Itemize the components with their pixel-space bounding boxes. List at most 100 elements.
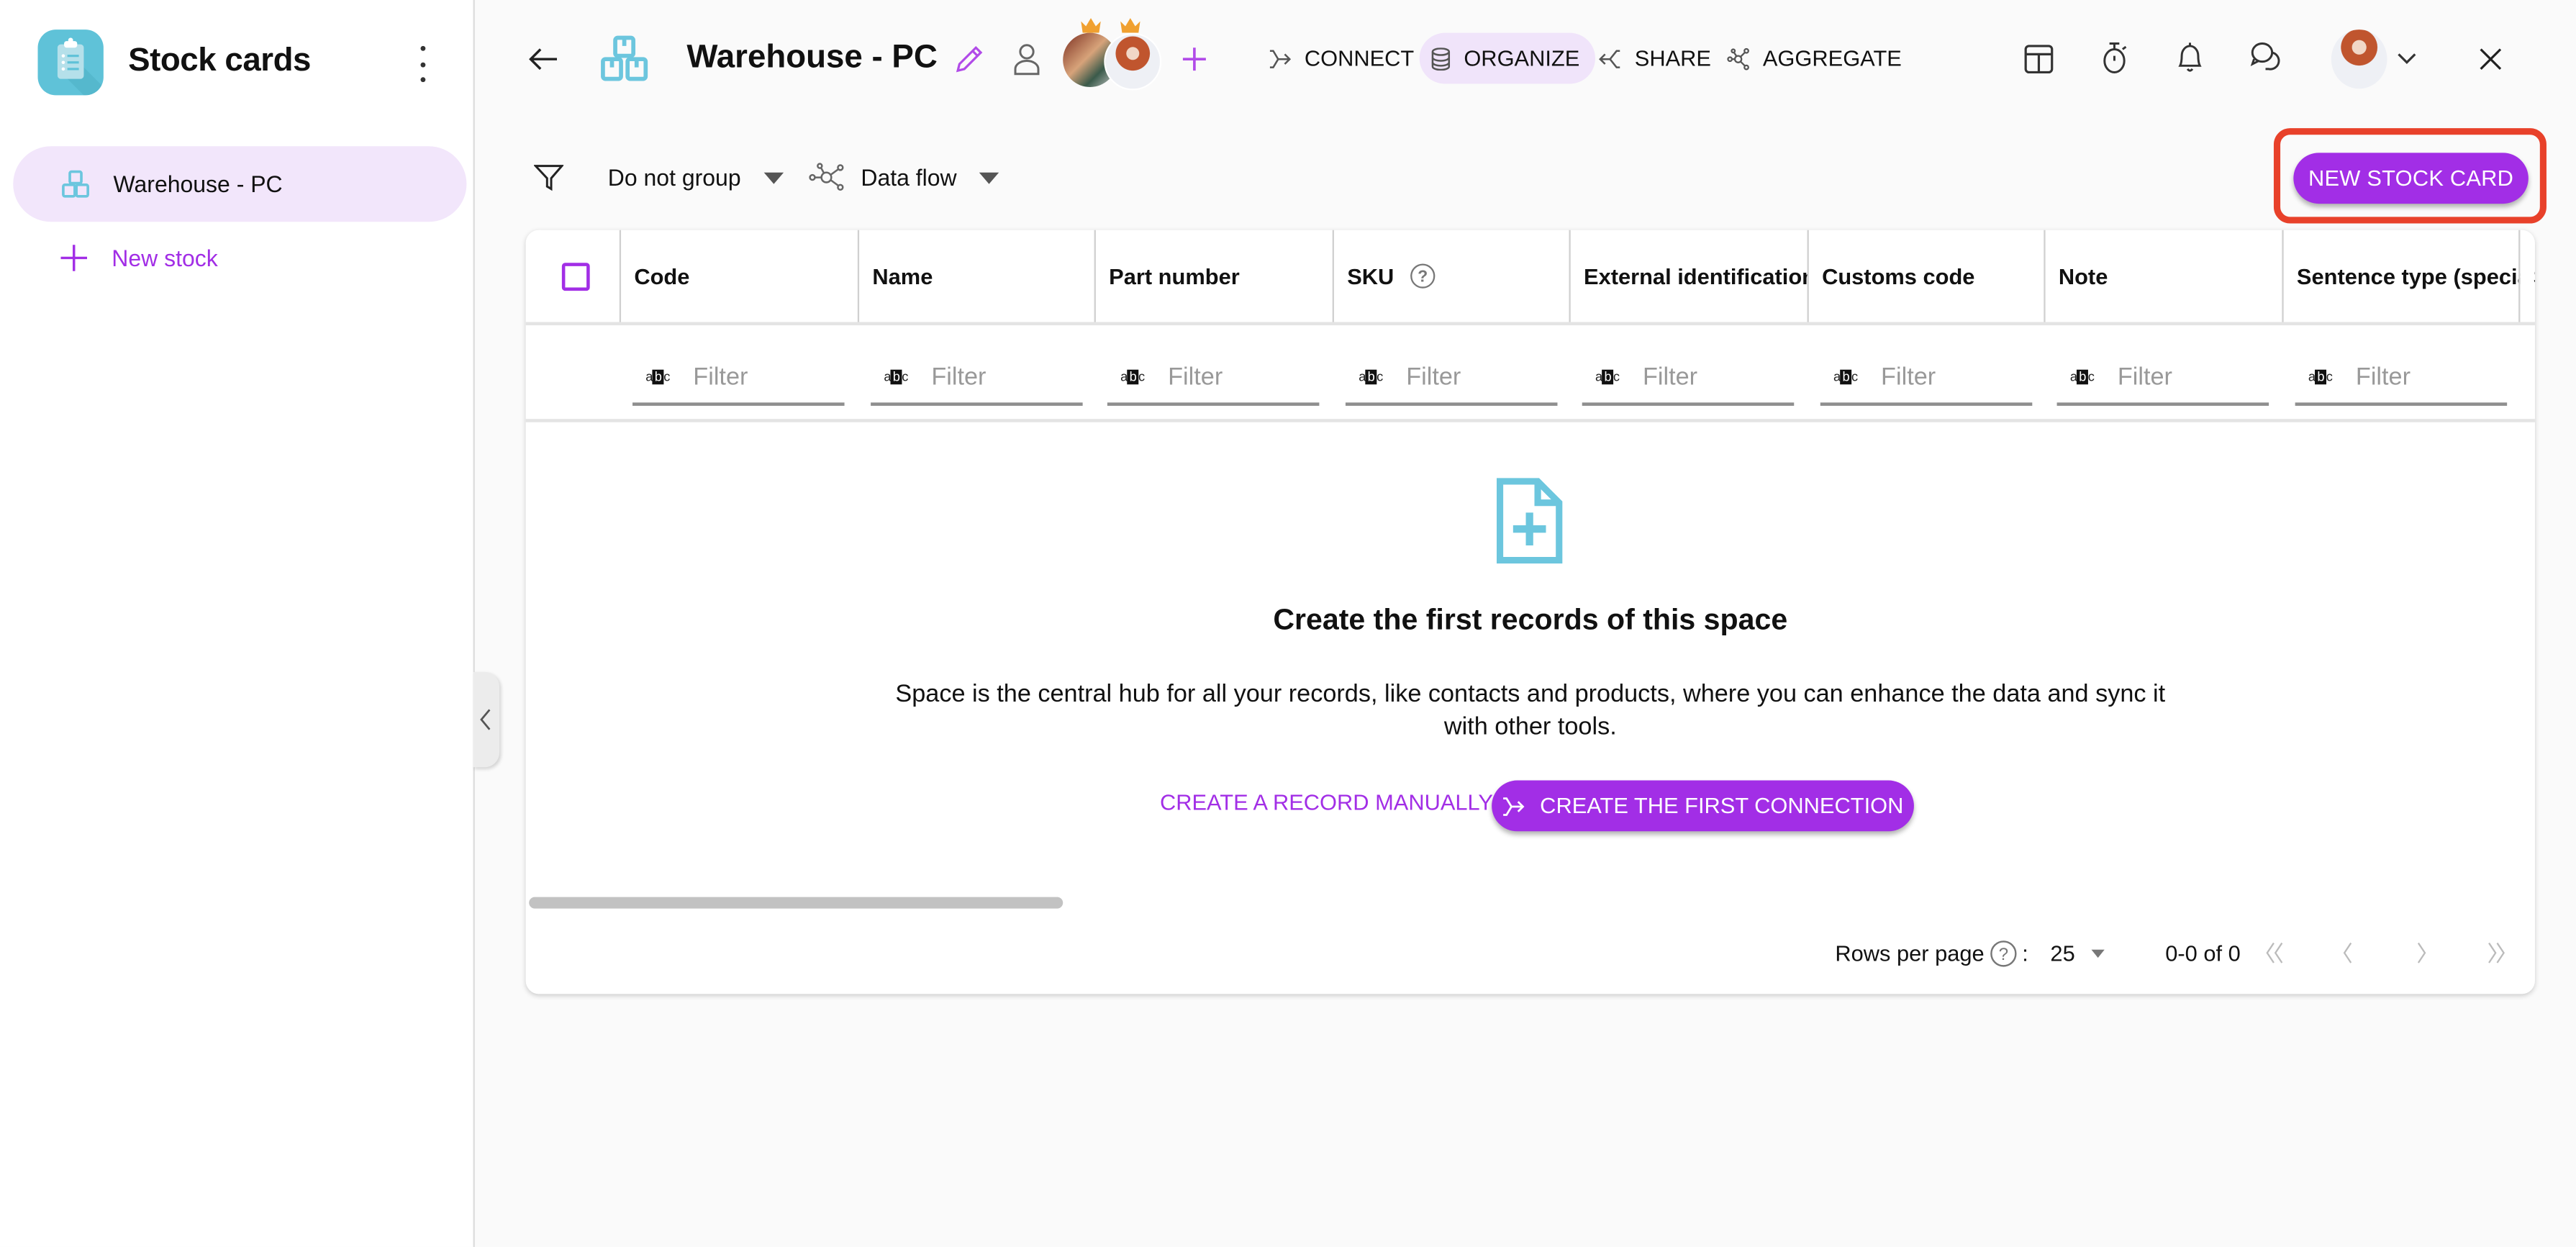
filter-placeholder: Filter bbox=[2117, 362, 2172, 391]
group-select[interactable]: Do not group bbox=[608, 158, 784, 197]
next-page-button[interactable] bbox=[2405, 936, 2439, 969]
space-boxes-icon bbox=[599, 35, 648, 83]
more-options-icon[interactable] bbox=[411, 45, 434, 83]
text-type-icon: abc bbox=[1595, 368, 1620, 384]
column-header-name[interactable]: Name bbox=[857, 230, 1096, 322]
column-label: SKU bbox=[1347, 263, 1394, 289]
new-stock-button[interactable]: New stock bbox=[59, 243, 218, 273]
member-avatar-2[interactable] bbox=[1104, 32, 1162, 91]
column-header-part-number[interactable]: Part number bbox=[1094, 230, 1333, 322]
horizontal-scrollbar[interactable] bbox=[529, 897, 1063, 909]
timer-button[interactable] bbox=[2096, 40, 2132, 76]
filter-input-note[interactable]: a b c Filter bbox=[2056, 350, 2269, 406]
tab-label: ORGANIZE bbox=[1464, 45, 1580, 71]
filter-input-name[interactable]: a b c Filter bbox=[871, 350, 1083, 406]
members-button[interactable] bbox=[1010, 42, 1043, 76]
back-button[interactable] bbox=[526, 41, 562, 77]
filter-input-external-identification[interactable]: a b c Filter bbox=[1582, 350, 1795, 406]
column-label: Code bbox=[634, 263, 690, 289]
column-header-sku[interactable]: SKU ? bbox=[1332, 230, 1571, 322]
filter-placeholder: Filter bbox=[693, 362, 748, 391]
filter-placeholder: Filter bbox=[2355, 362, 2411, 391]
filter-input-customs-code[interactable]: a b c Filter bbox=[1820, 350, 2033, 406]
help-icon[interactable]: ? bbox=[1990, 939, 2018, 967]
tab-label: SHARE bbox=[1634, 45, 1711, 71]
aggregate-icon bbox=[1727, 47, 1749, 70]
layout-button[interactable] bbox=[2021, 41, 2056, 77]
bell-icon bbox=[2178, 42, 2202, 72]
add-member-button[interactable] bbox=[1176, 41, 1212, 77]
dataflow-icon bbox=[809, 163, 844, 191]
notifications-button[interactable] bbox=[2172, 40, 2208, 76]
filter-button[interactable] bbox=[534, 158, 564, 197]
tab-aggregate[interactable]: AGGREGATE bbox=[1715, 33, 1917, 84]
filter-input-sentence-type[interactable]: a b c Filter bbox=[2295, 350, 2508, 406]
user-menu-chevron[interactable] bbox=[2392, 46, 2421, 73]
column-label: Customs code bbox=[1822, 263, 1975, 289]
select-all-checkbox[interactable] bbox=[561, 263, 590, 291]
filter-input-sku[interactable]: a b c Filter bbox=[1345, 350, 1558, 406]
chevron-left-icon bbox=[2343, 942, 2352, 963]
tab-organize[interactable]: ORGANIZE bbox=[1419, 32, 1595, 84]
rows-per-page-select[interactable]: 25 bbox=[2050, 936, 2105, 969]
new-stock-card-button[interactable]: NEW STOCK CARD bbox=[2293, 153, 2529, 204]
column-label: Sentence type (special bbox=[2296, 263, 2521, 289]
column-header-sentence-type[interactable]: Sentence type (special bbox=[2282, 230, 2520, 322]
pencil-icon bbox=[956, 45, 983, 73]
column-header-customs-code[interactable]: Customs code bbox=[1807, 230, 2046, 322]
page-range: 0-0 of 0 bbox=[2165, 940, 2241, 966]
chevron-left-icon bbox=[480, 709, 491, 730]
connection-button-label: CREATE THE FIRST CONNECTION bbox=[1540, 793, 1904, 819]
database-icon bbox=[1431, 47, 1451, 71]
first-page-button[interactable] bbox=[2259, 936, 2292, 969]
caret-down-icon bbox=[763, 171, 784, 183]
text-type-icon: abc bbox=[884, 368, 909, 384]
records-table: Code Name Part number SKU ? External ide… bbox=[525, 230, 2535, 994]
chevrons-left-icon bbox=[2266, 942, 2283, 963]
create-first-connection-button[interactable]: CREATE THE FIRST CONNECTION bbox=[1492, 780, 1914, 832]
last-page-button[interactable] bbox=[2479, 936, 2512, 969]
filter-placeholder: Filter bbox=[1406, 362, 1461, 391]
sidebar-item-warehouse-pc[interactable]: Warehouse - PC bbox=[13, 146, 467, 222]
filter-input-code[interactable]: a b c Filter bbox=[632, 350, 845, 406]
add-document-icon bbox=[1496, 478, 1563, 564]
column-header-note[interactable]: Note bbox=[2044, 230, 2282, 322]
rows-per-page-label: Rows per page bbox=[1835, 940, 1985, 966]
person-icon bbox=[1014, 44, 1040, 76]
table-header: Code Name Part number SKU ? External ide… bbox=[525, 230, 2535, 326]
dataflow-select-value: Data flow bbox=[861, 164, 957, 191]
boxes-icon bbox=[62, 170, 89, 198]
text-type-icon: abc bbox=[1833, 368, 1859, 384]
crown-icon bbox=[1081, 18, 1101, 33]
column-header-external-identification[interactable]: External identification bbox=[1569, 230, 1808, 322]
text-type-icon: abc bbox=[2069, 368, 2095, 384]
app-logo-clipboard-icon bbox=[37, 30, 104, 96]
tab-share[interactable]: SHARE bbox=[1587, 33, 1726, 84]
dataflow-select[interactable]: Data flow bbox=[808, 158, 1000, 197]
collapse-sidebar-button[interactable] bbox=[473, 671, 500, 768]
previous-page-button[interactable] bbox=[2331, 936, 2364, 969]
close-button[interactable] bbox=[2474, 42, 2507, 76]
filter-input-part-number[interactable]: a b c Filter bbox=[1107, 350, 1320, 406]
group-select-value: Do not group bbox=[607, 164, 741, 191]
sidebar-item-label: Warehouse - PC bbox=[113, 171, 283, 197]
tab-connect[interactable]: CONNECT bbox=[1257, 33, 1429, 84]
arrow-left-icon bbox=[529, 48, 558, 71]
create-record-manually-button[interactable]: CREATE A RECORD MANUALLY bbox=[1160, 790, 1493, 815]
empty-state-title: Create the first records of this space bbox=[1273, 602, 1788, 636]
close-icon bbox=[2480, 48, 2502, 71]
chat-button[interactable] bbox=[2247, 40, 2287, 76]
crown-icon bbox=[1120, 18, 1140, 33]
user-avatar[interactable] bbox=[2331, 30, 2387, 89]
svg-text:?: ? bbox=[1417, 267, 1427, 286]
column-header-code[interactable]: Code bbox=[619, 230, 858, 322]
funnel-icon bbox=[534, 165, 564, 191]
help-icon[interactable]: ? bbox=[1409, 263, 1436, 289]
connect-icon bbox=[1503, 797, 1525, 815]
column-header-partial[interactable]: S bbox=[2518, 230, 2535, 322]
caret-down-icon bbox=[2091, 948, 2105, 957]
filter-placeholder: Filter bbox=[1642, 362, 1698, 391]
chevrons-right-icon bbox=[2488, 942, 2505, 963]
plus-icon bbox=[1182, 47, 1206, 71]
edit-space-button[interactable] bbox=[953, 42, 986, 76]
